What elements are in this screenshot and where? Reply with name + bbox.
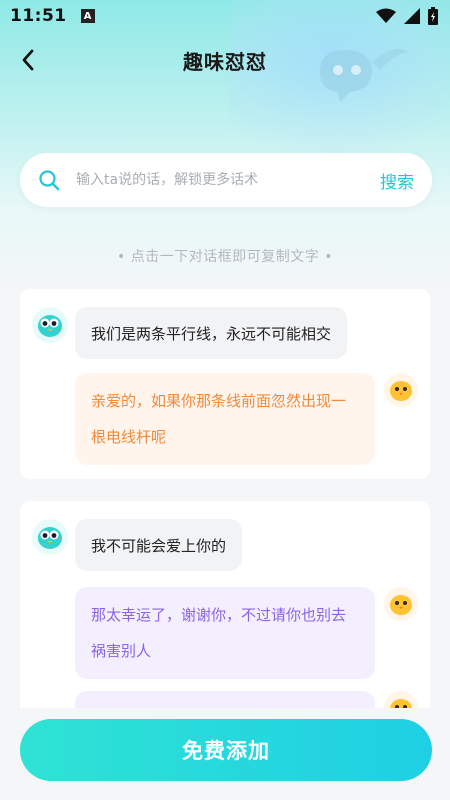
- search-button[interactable]: 搜索: [380, 168, 414, 193]
- free-add-button[interactable]: 免费添加: [20, 719, 432, 781]
- chick-avatar-icon: [384, 373, 418, 407]
- battery-icon: [428, 7, 438, 25]
- search-icon: [38, 169, 60, 191]
- status-time: 11:51: [10, 6, 67, 26]
- conversation-card: 我们是两条平行线，永远不可能相交 亲爱的，如果你那条线前面忽然出现一根电线杆呢: [20, 289, 430, 479]
- question-bubble[interactable]: 我不可能会爱上你的: [75, 519, 243, 571]
- status-icons: [376, 7, 438, 25]
- question-bubble[interactable]: 我们是两条平行线，永远不可能相交: [75, 307, 348, 359]
- copy-hint: • 点击一下对话框即可复制文字 •: [117, 249, 333, 265]
- signal-icon: [404, 8, 420, 24]
- back-arrow-icon: [22, 49, 34, 71]
- chat-bubble-decoration-icon: [320, 48, 408, 102]
- search-bar: 搜索: [20, 153, 432, 207]
- wifi-icon: [376, 8, 396, 23]
- back-button[interactable]: [14, 46, 42, 74]
- page-title: 趣味怼怼: [183, 49, 267, 74]
- search-input[interactable]: [76, 172, 380, 188]
- chick-avatar-icon: [384, 587, 418, 621]
- answer-bubble[interactable]: 亲爱的，如果你那条线前面忽然出现一根电线杆呢: [75, 373, 375, 465]
- bird-avatar-icon: [32, 307, 68, 343]
- answer-bubble[interactable]: 那太幸运了，谢谢你，不过请你也别去祸害别人: [75, 587, 375, 679]
- notification-a-icon: A: [80, 9, 95, 23]
- status-bar: 11:51 A: [0, 0, 450, 32]
- bird-avatar-icon: [32, 519, 68, 555]
